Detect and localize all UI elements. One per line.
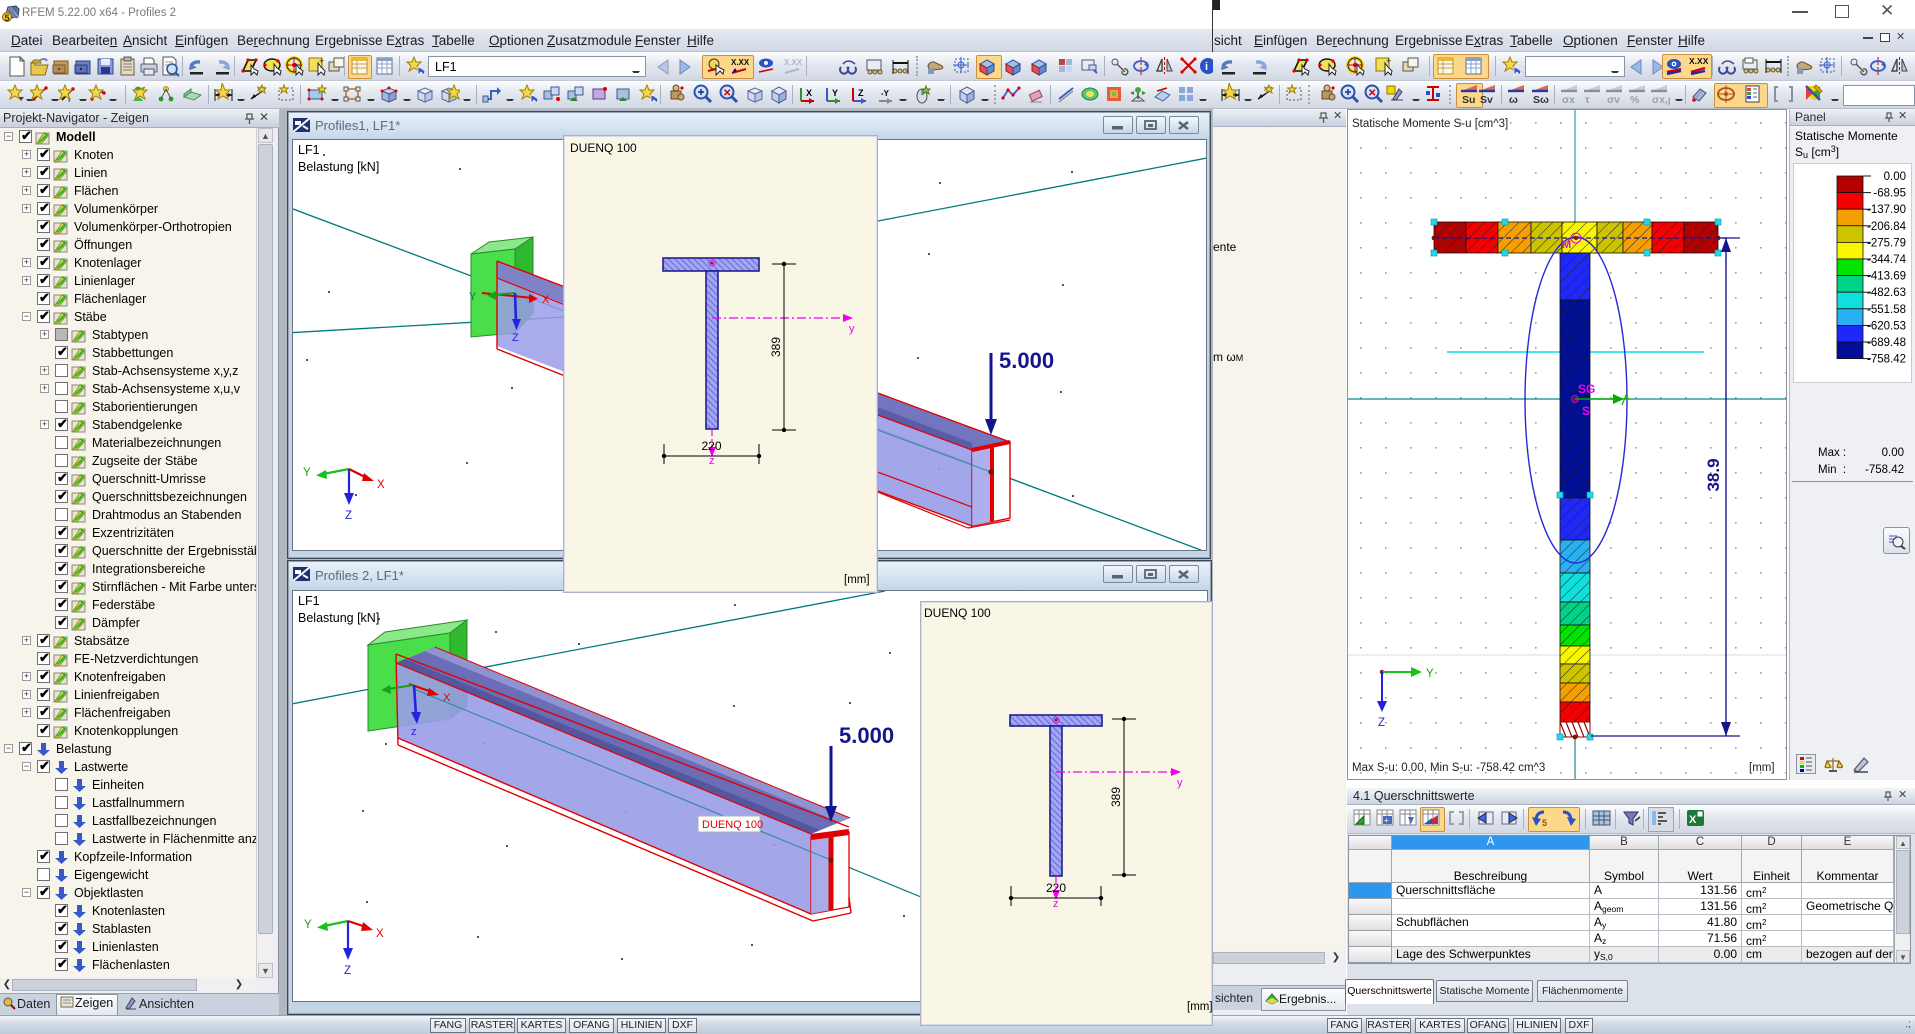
- svg-text:z: z: [1053, 898, 1059, 910]
- svg-text:Belastung [kN]: Belastung [kN]: [298, 160, 379, 174]
- svg-text:i: i: [1205, 61, 1208, 73]
- svg-text:-620.53: -620.53: [1867, 320, 1906, 332]
- svg-text:Y: Y: [304, 919, 312, 931]
- svg-text:Y: Y: [303, 467, 311, 479]
- svg-text:Su: Su: [1462, 94, 1475, 106]
- svg-text:X.XX: X.XX: [1689, 56, 1709, 66]
- svg-text:DUENQ 100: DUENQ 100: [924, 606, 991, 620]
- svg-text:Belastung [kN]: Belastung [kN]: [298, 611, 379, 625]
- svg-text:5: 5: [5, 13, 10, 23]
- svg-text:M: M: [1562, 239, 1571, 251]
- svg-text:z: z: [411, 726, 417, 738]
- svg-text:Z: Z: [858, 88, 864, 98]
- svg-text:X: X: [542, 294, 550, 306]
- svg-text:DUENQ 100: DUENQ 100: [702, 819, 763, 831]
- svg-text:LF1: LF1: [298, 143, 320, 157]
- svg-text:5.000: 5.000: [839, 723, 894, 748]
- svg-text:-758.42: -758.42: [1867, 354, 1906, 366]
- svg-text:Statische Momente S-u [cm^3]: Statische Momente S-u [cm^3]: [1352, 118, 1508, 130]
- svg-text:389: 389: [1109, 787, 1123, 807]
- svg-text:X.XX: X.XX: [784, 58, 803, 67]
- svg-text:σx,pl: σx,pl: [1652, 94, 1670, 106]
- svg-text:0.00: 0.00: [1884, 171, 1906, 183]
- svg-text:X: X: [1689, 814, 1697, 826]
- svg-text:SG: SG: [1578, 382, 1595, 396]
- svg-text:Sω: Sω: [1533, 94, 1549, 106]
- svg-text:+: +: [1386, 56, 1391, 66]
- svg-text:-275.79: -275.79: [1867, 237, 1906, 249]
- svg-text:✕: ✕: [723, 88, 731, 99]
- svg-text:X.XX: X.XX: [731, 58, 750, 67]
- svg-text:ω: ω: [1509, 94, 1518, 106]
- svg-text:Max S-u: 0.00, Min S-u: -758.4: Max S-u: 0.00, Min S-u: -758.42 cm^3: [1352, 762, 1545, 774]
- svg-text:Y: Y: [1426, 668, 1434, 680]
- svg-text:-206.84: -206.84: [1867, 221, 1907, 233]
- svg-text:-689.48: -689.48: [1867, 337, 1906, 349]
- svg-text:220: 220: [701, 439, 721, 453]
- svg-text:-344.74: -344.74: [1867, 254, 1907, 266]
- svg-text:X: X: [377, 479, 385, 491]
- svg-text:X: X: [806, 88, 812, 98]
- svg-text:Y: Y: [469, 291, 477, 303]
- svg-text:Z: Z: [1378, 717, 1385, 729]
- svg-text:X: X: [443, 692, 451, 704]
- svg-text:LF1: LF1: [298, 594, 320, 608]
- svg-text:Z: Z: [344, 965, 351, 977]
- svg-text:-137.90: -137.90: [1867, 204, 1906, 216]
- svg-text:389: 389: [769, 337, 783, 357]
- svg-text:z: z: [709, 455, 715, 467]
- svg-text:✕: ✕: [1368, 88, 1376, 99]
- svg-text:σx: σx: [1562, 94, 1575, 106]
- svg-text:Z: Z: [345, 510, 352, 522]
- svg-text:DUENQ 100: DUENQ 100: [570, 141, 637, 155]
- svg-text:-68.95: -68.95: [1873, 188, 1906, 200]
- svg-text:[mm]: [mm]: [1749, 762, 1775, 774]
- svg-text:σv: σv: [1607, 94, 1620, 106]
- svg-text:Y: Y: [832, 88, 838, 98]
- svg-text:-413.69: -413.69: [1867, 271, 1906, 283]
- svg-text:+: +: [1384, 816, 1389, 825]
- svg-text:Sv: Sv: [1480, 94, 1493, 106]
- svg-text:5: 5: [1542, 818, 1547, 828]
- svg-text:-Y: -Y: [881, 89, 890, 98]
- svg-text:τ: τ: [1585, 94, 1590, 106]
- svg-text:+: +: [319, 56, 324, 66]
- svg-text:S: S: [1582, 404, 1590, 418]
- svg-text:Z: Z: [512, 332, 519, 344]
- svg-text:5.000: 5.000: [999, 348, 1054, 373]
- svg-text:X: X: [376, 928, 384, 940]
- svg-text:y: y: [1177, 777, 1183, 789]
- svg-text:[mm]: [mm]: [1187, 1001, 1212, 1013]
- svg-text:%: %: [1630, 94, 1640, 106]
- svg-text:38.9: 38.9: [1704, 458, 1723, 491]
- svg-text:y: y: [849, 323, 855, 335]
- svg-text:-482.63: -482.63: [1867, 287, 1906, 299]
- svg-text:[mm]: [mm]: [844, 574, 870, 586]
- svg-text:-551.58: -551.58: [1867, 304, 1906, 316]
- svg-text:220: 220: [1046, 881, 1066, 895]
